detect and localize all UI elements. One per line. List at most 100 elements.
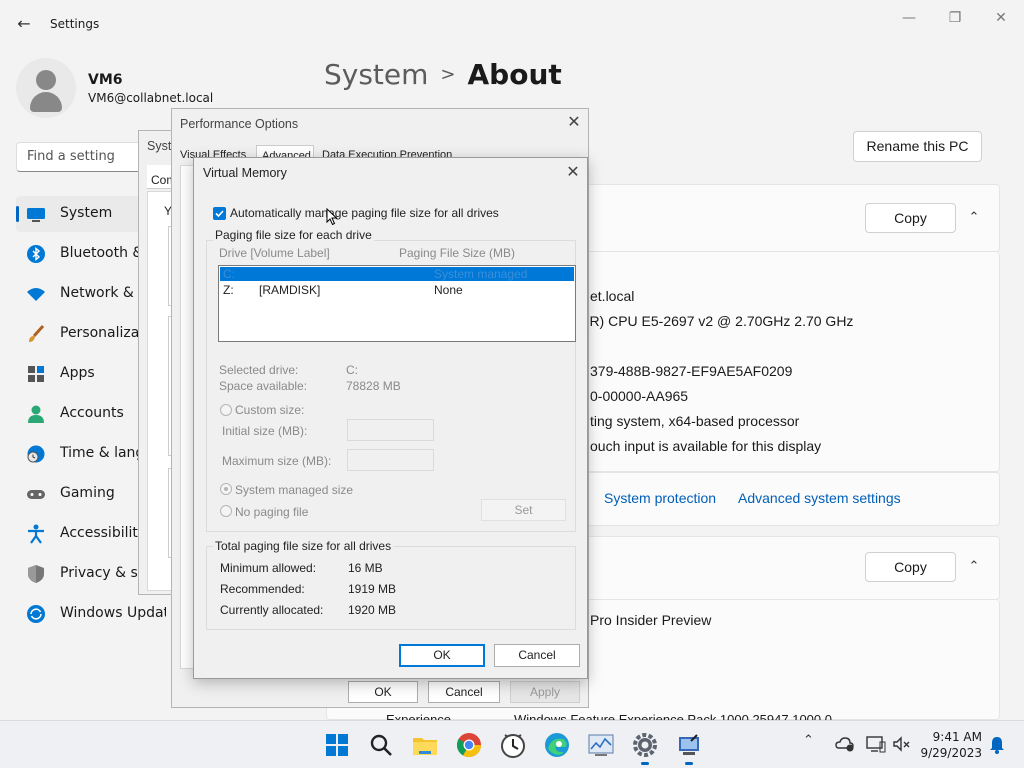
performance-options-title: Performance Options [180,117,299,131]
auto-manage-checkbox[interactable] [213,207,226,220]
virtual-memory-title: Virtual Memory [203,166,287,180]
settings-icon[interactable] [629,729,661,765]
spec-experience-pack: Windows Feature Experience Pack 1000.259… [514,712,832,720]
custom-size-label: Custom size: [235,403,305,417]
accessibility-icon [26,524,46,544]
spec-experience-label: Experience [386,712,452,720]
back-arrow-icon[interactable]: ← [12,12,36,36]
user-email: VM6@collabnet.local [88,91,214,105]
chevron-up-icon[interactable]: ⌃ [962,206,986,230]
initial-size-label: Initial size (MB): [222,424,308,438]
minimum-allowed-value: 16 MB [348,561,383,575]
currently-allocated-value: 1920 MB [348,603,397,617]
apps-icon [26,364,46,384]
cloud-status-icon[interactable] [835,735,855,757]
spec-edition: Pro Insider Preview [590,612,712,628]
recommended-value: 1919 MB [348,582,397,596]
system-icon [26,204,46,224]
chevron-up-icon[interactable]: ⌃ [962,555,986,579]
page-title: About [467,58,562,91]
title-bar: ← Settings — ❐ ✕ [0,0,1024,48]
breadcrumb: System > About [324,58,562,91]
advanced-system-settings-link[interactable]: Advanced system settings [738,490,901,506]
bluetooth-icon [26,244,46,264]
spec-processor: n(R) CPU E5-2697 v2 @ 2.70GHz 2.70 GHz [577,313,854,329]
sidebar-item-windows-update[interactable]: Windows Update [16,596,166,632]
start-icon[interactable] [321,729,353,761]
system-properties-icon[interactable] [673,729,705,765]
virtual-memory-cancel-button[interactable]: Cancel [494,644,580,667]
file-explorer-icon[interactable] [409,729,441,761]
network-monitor-icon[interactable] [866,735,886,757]
currently-allocated-label: Currently allocated: [220,603,324,617]
chevron-right-icon: > [440,64,456,85]
list-item[interactable]: Z: [RAMDISK] None [220,282,574,297]
drive-list[interactable]: C: System managed Z: [RAMDISK] None [218,265,576,342]
system-managed-label: System managed size [235,483,354,497]
avatar-person-icon [36,70,56,90]
performance-cancel-button[interactable]: Cancel [428,681,500,703]
maximum-size-label: Maximum size (MB): [222,454,332,468]
total-paging-title: Total paging file size for all drives [213,539,394,553]
system-protection-link[interactable]: System protection [604,490,716,506]
recommended-label: Recommended: [220,582,305,596]
minimize-button[interactable]: — [886,6,932,30]
clock-time[interactable]: 9:41 AM [930,730,982,744]
rename-pc-button[interactable]: Rename this PC [853,131,982,162]
close-button[interactable]: ✕ [978,6,1024,30]
brush-icon [26,324,46,344]
maximum-size-input[interactable] [347,449,434,471]
update-icon [26,604,46,624]
close-icon[interactable]: ✕ [564,113,584,133]
custom-size-radio[interactable] [220,404,232,416]
breadcrumb-parent[interactable]: System [324,58,428,91]
selected-drive-label: Selected drive: [219,363,299,377]
maximize-button[interactable]: ❐ [932,6,978,30]
edge-icon[interactable] [541,729,573,761]
volume-muted-icon[interactable] [892,735,912,757]
chrome-icon[interactable] [453,729,485,761]
avatar[interactable] [16,58,76,118]
taskbar: ⌃ 9:41 AM 9/29/2023 [0,720,1024,768]
spec-product-id: 0-00000-AA965 [590,388,689,404]
column-paging-size: Paging File Size (MB) [399,246,516,260]
space-available-label: Space available: [219,379,308,393]
no-paging-label: No paging file [235,505,309,519]
accounts-icon [26,404,46,424]
spec-domain: et.local [590,288,635,304]
gaming-icon [26,484,46,504]
initial-size-input[interactable] [347,419,434,441]
check-icon [215,210,224,218]
performance-ok-button[interactable]: OK [348,681,418,703]
virtual-memory-ok-button[interactable]: OK [399,644,485,667]
column-drive: Drive [Volume Label] [219,246,330,260]
list-item[interactable]: C: System managed [220,267,574,281]
search-icon[interactable] [365,729,397,761]
shield-icon [26,564,46,584]
clock-date[interactable]: 9/29/2023 [920,746,982,760]
copy-device-specs-button[interactable]: Copy [865,203,956,233]
spec-system-type: ting system, x64-based processor [590,413,800,429]
performance-apply-button[interactable]: Apply [510,681,580,703]
user-name: VM6 [88,72,123,88]
clock-app-icon[interactable] [497,729,529,761]
selected-drive-value: C: [346,363,358,377]
time-icon [26,444,46,464]
copy-windows-specs-button[interactable]: Copy [865,552,956,582]
spec-device-id: 379-488B-9827-EF9AE5AF0209 [590,363,793,379]
network-icon [26,284,46,304]
performance-monitor-icon[interactable] [585,729,617,761]
set-button[interactable]: Set [481,499,566,521]
auto-manage-label: Automatically manage paging file size fo… [230,206,499,220]
chevron-up-icon[interactable]: ⌃ [803,733,814,748]
spec-pen-touch: ouch input is available for this display [590,438,822,454]
system-managed-radio[interactable] [220,483,232,495]
no-paging-radio[interactable] [220,505,232,517]
virtual-memory-dialog: Virtual Memory ✕ Automatically manage pa… [193,157,588,679]
paging-per-drive-title: Paging file size for each drive [213,228,374,242]
mouse-cursor-icon [326,208,338,226]
space-available-value: 78828 MB [346,379,401,393]
search-input[interactable]: Find a setting [16,142,146,172]
notification-bell-icon[interactable] [988,735,1006,759]
close-icon[interactable]: ✕ [563,163,583,183]
